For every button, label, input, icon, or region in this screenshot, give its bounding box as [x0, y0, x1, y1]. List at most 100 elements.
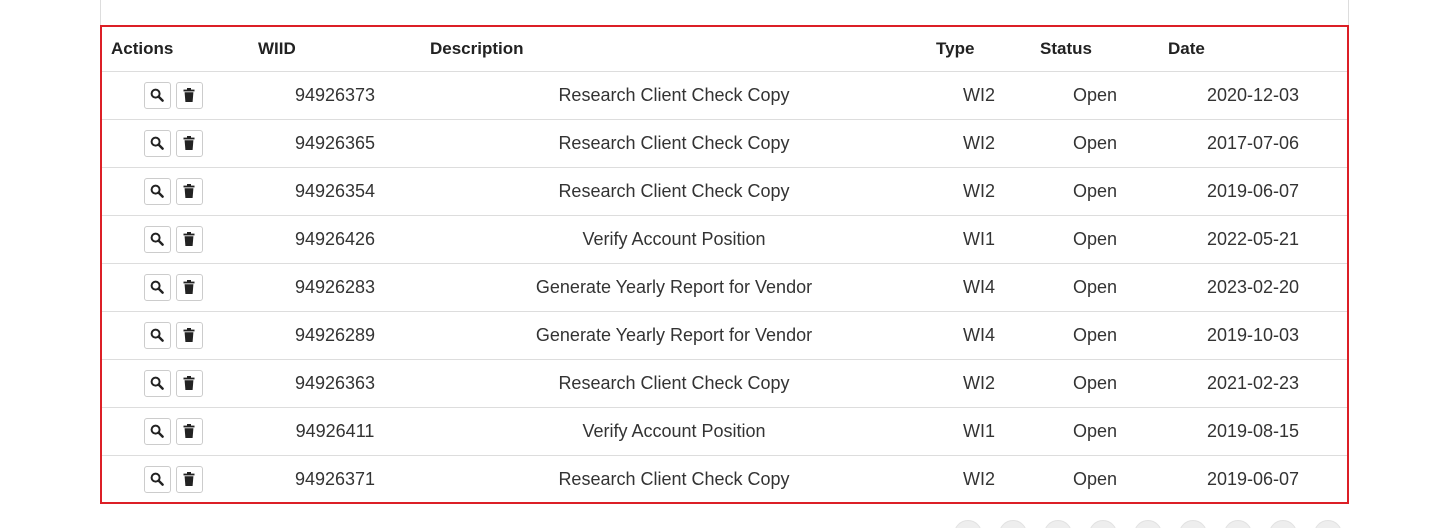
page: Actions WIID Description Type Status Dat…	[0, 0, 1448, 528]
cell-type: WI2	[927, 167, 1031, 216]
delete-button[interactable]	[175, 465, 203, 493]
cell-wiid: 94926289	[249, 311, 421, 360]
table-row: 94926354 Research Client Check Copy WI2 Ope…	[102, 167, 1347, 216]
panel-top-edge	[100, 0, 1349, 26]
row-actions	[102, 455, 249, 502]
row-actions	[102, 167, 249, 216]
view-button[interactable]	[143, 225, 171, 253]
trash-icon	[183, 328, 195, 342]
trash-icon	[183, 472, 195, 487]
view-button[interactable]	[143, 465, 171, 493]
cell-date: 2019-10-03	[1159, 311, 1347, 360]
delete-button[interactable]	[175, 225, 203, 253]
cell-description: Generate Yearly Report for Vendor	[421, 311, 927, 360]
row-actions	[102, 71, 249, 120]
table-row: 94926363 Research Client Check Copy WI2 Ope…	[102, 359, 1347, 408]
cell-wiid: 94926373	[249, 71, 421, 120]
delete-button[interactable]	[175, 129, 203, 157]
view-button[interactable]	[143, 321, 171, 349]
table-header-row: Actions WIID Description Type Status Dat…	[102, 27, 1347, 72]
view-button[interactable]	[143, 417, 171, 445]
cell-status: Open	[1031, 359, 1159, 408]
cell-description: Generate Yearly Report for Vendor	[421, 263, 927, 312]
header-actions: Actions	[102, 27, 249, 72]
cell-date: 2020-12-03	[1159, 71, 1347, 120]
cell-status: Open	[1072, 468, 1118, 489]
table-row: 94926373 Research Client Check Copy WI2 Ope…	[102, 71, 1347, 120]
page-button[interactable]	[1044, 520, 1072, 528]
delete-button[interactable]	[175, 417, 203, 445]
delete-button[interactable]	[175, 273, 203, 301]
cell-status: Open	[1031, 119, 1159, 168]
work-items-table: Actions WIID Description Type Status Dat…	[102, 27, 1347, 502]
cell-type: WI2	[962, 468, 995, 489]
search-icon	[150, 184, 164, 198]
cell-date: 2017-07-06	[1159, 119, 1347, 168]
cell-description: Research Client Check Copy	[421, 119, 927, 168]
page-button[interactable]	[1269, 520, 1297, 528]
search-icon	[150, 232, 164, 246]
page-button[interactable]	[1314, 520, 1342, 528]
cell-type: WI1	[927, 407, 1031, 456]
cell-date: 2019-08-15	[1159, 407, 1347, 456]
cell-wiid: 94926371	[294, 468, 376, 489]
page-button[interactable]	[1179, 520, 1207, 528]
view-button[interactable]	[143, 369, 171, 397]
cell-type: WI2	[927, 119, 1031, 168]
cell-wiid: 94926354	[249, 167, 421, 216]
cell-wiid: 94926411	[249, 407, 421, 456]
header-type[interactable]: Type	[927, 27, 1031, 72]
work-items-table-frame: Actions WIID Description Type Status Dat…	[100, 25, 1349, 504]
cell-type: WI2	[927, 71, 1031, 120]
delete-button[interactable]	[175, 321, 203, 349]
cell-wiid: 94926363	[249, 359, 421, 408]
cell-date: 2019-06-07	[1206, 468, 1300, 489]
cell-description: Research Client Check Copy	[558, 468, 790, 489]
cell-status: Open	[1031, 263, 1159, 312]
delete-button[interactable]	[175, 177, 203, 205]
cell-status: Open	[1031, 311, 1159, 360]
delete-button[interactable]	[175, 81, 203, 109]
page-button[interactable]	[954, 520, 982, 528]
table-row: 94926411 Verify Account Position WI1 Open 20…	[102, 407, 1347, 456]
cell-description: Verify Account Position	[421, 407, 927, 456]
row-actions	[102, 359, 249, 408]
page-button[interactable]	[999, 520, 1027, 528]
cell-date: 2023-02-20	[1159, 263, 1347, 312]
view-button[interactable]	[143, 81, 171, 109]
page-button[interactable]	[1134, 520, 1162, 528]
row-actions	[102, 407, 249, 456]
cell-date: 2019-06-07	[1159, 167, 1347, 216]
trash-icon	[183, 424, 195, 438]
cell-status: Open	[1031, 215, 1159, 264]
cell-date: 2022-05-21	[1159, 215, 1347, 264]
table-row: 94926371 Research Client Check Copy WI2 Ope…	[102, 455, 1347, 502]
cell-date: 2021-02-23	[1159, 359, 1347, 408]
trash-icon	[183, 280, 195, 294]
search-icon	[150, 88, 164, 102]
search-icon	[150, 280, 164, 294]
header-wiid[interactable]: WIID	[249, 27, 421, 72]
page-button[interactable]	[1089, 520, 1117, 528]
cell-wiid: 94926426	[249, 215, 421, 264]
trash-icon	[183, 136, 195, 150]
view-button[interactable]	[143, 177, 171, 205]
trash-icon	[183, 232, 195, 246]
cell-description: Research Client Check Copy	[421, 359, 927, 408]
table-row: 94926365 Research Client Check Copy WI2 Ope…	[102, 119, 1347, 168]
cell-status: Open	[1031, 407, 1159, 456]
search-icon	[150, 136, 164, 150]
search-icon	[150, 328, 164, 342]
cell-description: Verify Account Position	[421, 215, 927, 264]
header-status[interactable]: Status	[1031, 27, 1159, 72]
delete-button[interactable]	[175, 369, 203, 397]
header-date[interactable]: Date	[1159, 27, 1347, 72]
search-icon	[150, 424, 164, 438]
trash-icon	[183, 376, 195, 390]
cell-type: WI1	[927, 215, 1031, 264]
header-description[interactable]: Description	[421, 27, 927, 72]
view-button[interactable]	[143, 273, 171, 301]
page-button[interactable]	[1224, 520, 1252, 528]
table-row: 94926426 Verify Account Position WI1 Open 20…	[102, 215, 1347, 264]
view-button[interactable]	[143, 129, 171, 157]
